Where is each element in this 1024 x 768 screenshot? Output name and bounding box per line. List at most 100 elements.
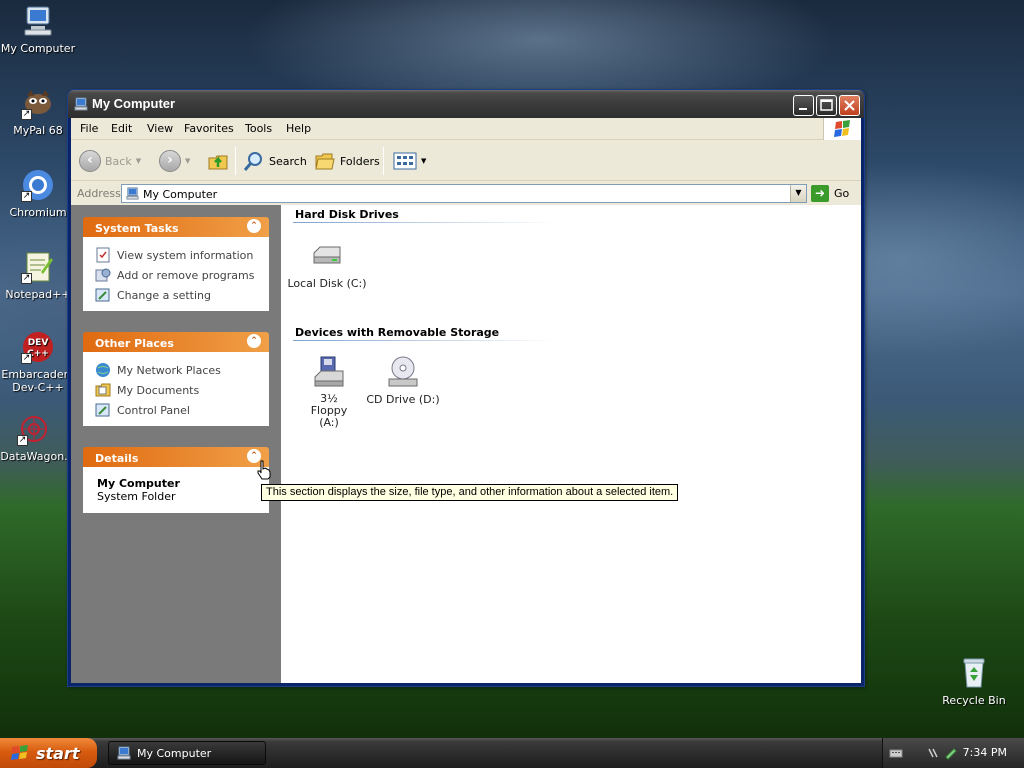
- add-remove-programs-link[interactable]: Add or remove programs: [95, 265, 269, 285]
- folders-icon: [315, 153, 335, 170]
- back-label: Back: [105, 154, 132, 168]
- search-button[interactable]: Search: [243, 150, 307, 172]
- link-label: Change a setting: [117, 288, 211, 302]
- svg-text:DEV: DEV: [28, 338, 49, 348]
- close-button[interactable]: [839, 95, 860, 116]
- maximize-button[interactable]: [816, 95, 837, 116]
- change-setting-link[interactable]: Change a setting: [95, 285, 269, 305]
- details-body: My Computer System Folder: [83, 467, 269, 513]
- views-button[interactable]: ▼: [393, 150, 426, 172]
- computer-icon: [74, 97, 88, 111]
- address-bar: Address My Computer ▼ ➜ Go: [71, 182, 861, 205]
- link-label: View system information: [117, 248, 254, 262]
- close-icon: [844, 100, 855, 111]
- local-disk-c[interactable]: Local Disk (C:): [287, 239, 367, 290]
- menu-edit[interactable]: Edit: [111, 122, 132, 135]
- window-titlebar[interactable]: My Computer: [68, 90, 864, 118]
- up-folder-icon: [208, 155, 228, 170]
- control-panel-link[interactable]: Control Panel: [95, 400, 269, 420]
- collapse-chevron-icon[interactable]: ⌃: [247, 334, 261, 348]
- cd-drive-d[interactable]: CD Drive (D:): [363, 355, 443, 406]
- standard-toolbar: ‹ Back ▼ › ▼ Search Folders ▼: [71, 141, 861, 181]
- taskbar: start My Computer 7:34 PM: [0, 738, 1024, 768]
- task-pane: System Tasks ⌃ View system information A…: [71, 205, 281, 683]
- desktop-icon-label: DataWagon.: [0, 450, 68, 463]
- address-input[interactable]: My Computer ▼: [121, 184, 807, 203]
- start-button[interactable]: start: [0, 738, 97, 768]
- folders-button[interactable]: Folders: [314, 150, 380, 172]
- keyboard-icon[interactable]: [889, 746, 903, 760]
- shortcut-arrow-icon: ↗: [17, 435, 28, 446]
- add-remove-programs-icon: [95, 268, 111, 282]
- menu-view[interactable]: View: [147, 122, 173, 135]
- system-tasks-title: System Tasks: [95, 222, 179, 235]
- up-folder-button[interactable]: [207, 150, 229, 172]
- floppy-drive-a[interactable]: 3½ Floppy (A:): [289, 355, 369, 429]
- dev-cpp-icon: DEV C++ ↗: [21, 330, 55, 364]
- drive-label: 3½ Floppy (A:): [310, 392, 348, 429]
- windows-logo-icon: [823, 118, 861, 140]
- hard-disk-drives-heading: Hard Disk Drives: [295, 208, 399, 221]
- other-places-title: Other Places: [95, 337, 174, 350]
- other-places-header[interactable]: Other Places ⌃: [83, 332, 269, 352]
- floppy-disk-icon: [312, 355, 346, 389]
- system-info-icon: [96, 247, 110, 263]
- windows-logo-icon: [11, 745, 28, 760]
- details-title: Details: [95, 452, 139, 465]
- my-network-places-link[interactable]: My Network Places: [95, 360, 269, 380]
- window-frame: File Edit View Favorites Tools Help ‹ Ba…: [71, 118, 861, 683]
- menu-file[interactable]: File: [80, 122, 98, 135]
- desktop-icon-label: Recycle Bin: [942, 694, 1006, 707]
- desktop-icon-my-computer[interactable]: My Computer: [0, 4, 78, 55]
- computer-icon: [126, 187, 139, 200]
- back-arrow-icon: ‹: [79, 150, 101, 172]
- safely-remove-hardware-icon[interactable]: [943, 746, 957, 760]
- go-button[interactable]: ➜ Go: [811, 185, 849, 202]
- my-documents-link[interactable]: My Documents: [95, 380, 269, 400]
- details-header[interactable]: Details ⌃: [83, 447, 269, 467]
- group-divider: [293, 340, 555, 341]
- computer-icon: [21, 4, 55, 38]
- taskbar-item-my-computer[interactable]: My Computer: [108, 741, 266, 765]
- system-tray: 7:34 PM: [882, 738, 1024, 768]
- view-system-info-link[interactable]: View system information: [95, 245, 269, 265]
- chevron-down-icon: ▼: [421, 157, 427, 165]
- menu-help[interactable]: Help: [286, 122, 311, 135]
- back-button[interactable]: ‹ Back ▼: [79, 150, 141, 172]
- control-panel-icon: [95, 403, 110, 417]
- address-dropdown-button[interactable]: ▼: [790, 185, 806, 202]
- drive-label: Local Disk (C:): [287, 277, 367, 290]
- taskbar-item-label: My Computer: [137, 746, 212, 760]
- menu-favorites[interactable]: Favorites: [184, 122, 234, 135]
- content-area: System Tasks ⌃ View system information A…: [71, 205, 861, 683]
- link-label: My Documents: [117, 383, 200, 397]
- link-label: My Network Places: [117, 363, 221, 377]
- network-icon[interactable]: [927, 746, 941, 760]
- link-label: Control Panel: [117, 403, 190, 417]
- address-value: My Computer: [143, 188, 218, 201]
- collapse-chevron-icon[interactable]: ⌃: [247, 219, 261, 233]
- system-tasks-body: View system information Add or remove pr…: [83, 237, 269, 311]
- desktop-icon-datawagon[interactable]: ↗ DataWagon.: [0, 412, 74, 463]
- link-label: Add or remove programs: [117, 268, 255, 282]
- search-icon: [243, 152, 262, 171]
- details-type: System Folder: [97, 490, 176, 503]
- system-tasks-header[interactable]: System Tasks ⌃: [83, 217, 269, 237]
- address-label: Address: [77, 187, 121, 200]
- chevron-down-icon: ▼: [135, 157, 142, 165]
- desktop-icon-recycle-bin[interactable]: Recycle Bin: [934, 656, 1014, 707]
- cd-drive-icon: [386, 355, 420, 389]
- forward-button[interactable]: › ▼: [159, 150, 190, 172]
- documents-folder-icon: [95, 383, 111, 397]
- minimize-button[interactable]: [793, 95, 814, 116]
- shortcut-arrow-icon: ↗: [21, 273, 32, 284]
- my-computer-window: My Computer File Edit View Favorites Too…: [67, 89, 865, 687]
- network-places-icon: [96, 363, 110, 377]
- system-tasks-panel: System Tasks ⌃ View system information A…: [83, 217, 269, 311]
- menu-tools[interactable]: Tools: [245, 122, 272, 135]
- other-places-body: My Network Places My Documents Control P…: [83, 352, 269, 426]
- details-tooltip: This section displays the size, file typ…: [261, 484, 679, 501]
- folders-label: Folders: [340, 154, 380, 168]
- start-label: start: [36, 743, 80, 763]
- maximize-icon: [820, 99, 833, 111]
